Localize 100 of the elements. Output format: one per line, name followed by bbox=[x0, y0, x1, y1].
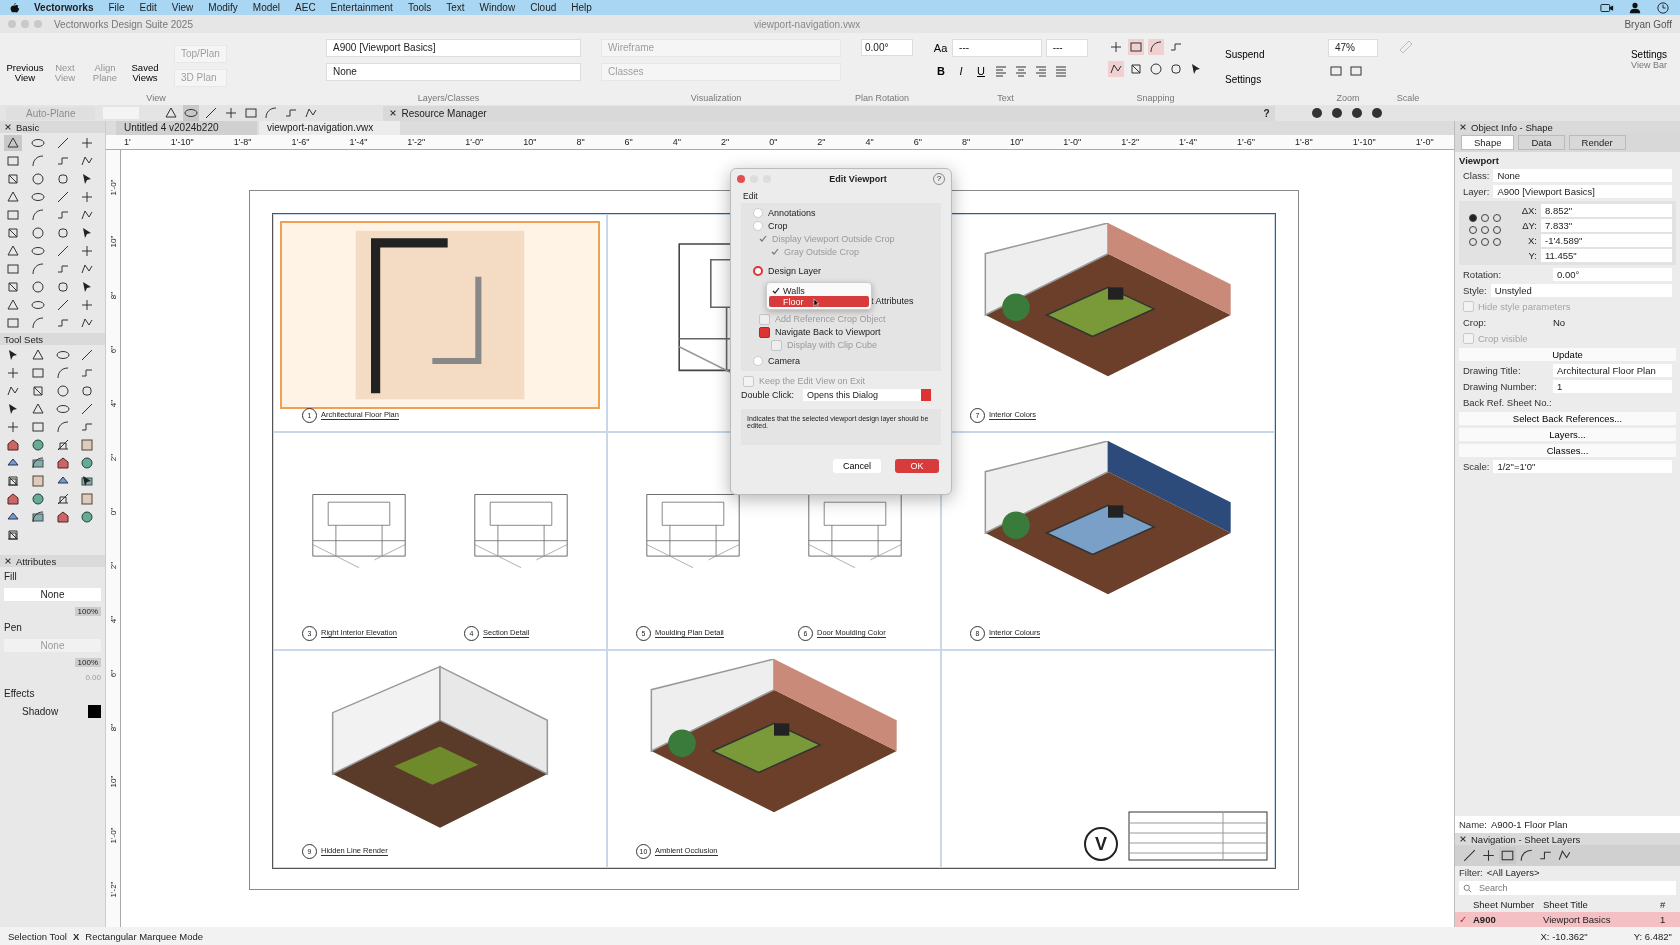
palette-tab[interactable]: Data bbox=[1518, 135, 1565, 150]
navigation-icon[interactable] bbox=[1499, 847, 1516, 864]
column-header[interactable]: Sheet Title bbox=[1543, 899, 1660, 910]
close-icon[interactable] bbox=[4, 123, 12, 131]
toolbar-button[interactable]: Previous View bbox=[6, 45, 44, 83]
menu-item[interactable]: Tools bbox=[407, 2, 432, 13]
align-icon[interactable] bbox=[1053, 63, 1069, 79]
input-field[interactable]: 7.833" bbox=[1541, 219, 1672, 232]
pen-opacity[interactable]: 100% bbox=[74, 658, 101, 667]
anchor-point[interactable] bbox=[1469, 214, 1477, 222]
style-button[interactable]: B bbox=[933, 65, 949, 77]
layer-dropdown[interactable]: A900 [Viewport Basics] bbox=[326, 39, 581, 57]
help-button[interactable]: ? bbox=[1263, 107, 1270, 119]
align-icon[interactable] bbox=[1033, 63, 1049, 79]
window-controls[interactable] bbox=[737, 175, 771, 183]
toolbar-button[interactable]: Settings bbox=[1223, 60, 1264, 85]
fill-dropdown[interactable]: None bbox=[4, 588, 101, 601]
navigation-icon[interactable] bbox=[1518, 847, 1535, 864]
toolbar-button[interactable]: Suspend bbox=[1223, 35, 1267, 60]
close-icon[interactable] bbox=[4, 557, 12, 565]
input-field[interactable]: 0.00° bbox=[1553, 268, 1672, 281]
resource-manager-tab[interactable]: Resource Manager bbox=[401, 107, 487, 119]
table-row[interactable]: ✓ A900 Viewport Basics 1 bbox=[1455, 912, 1680, 927]
menu-item[interactable]: Window bbox=[479, 2, 516, 13]
panel-button[interactable]: Select Back References... bbox=[1459, 412, 1676, 425]
settings-button[interactable]: Settings bbox=[1628, 35, 1670, 60]
menu-item[interactable]: AEC bbox=[295, 2, 316, 13]
input-field[interactable]: Architectural Floor Plan bbox=[1553, 364, 1672, 377]
menu-item[interactable]: Vectorworks bbox=[34, 2, 94, 13]
person-icon[interactable] bbox=[1628, 1, 1642, 14]
zoom-fit-icon[interactable] bbox=[1348, 63, 1364, 79]
name-field[interactable]: A900-1 Floor Plan bbox=[1491, 819, 1676, 830]
dropdown[interactable]: Unstyled bbox=[1490, 284, 1672, 297]
input-field[interactable]: 8.852" bbox=[1541, 204, 1672, 217]
radio-button[interactable] bbox=[753, 208, 763, 218]
ok-button[interactable]: OK bbox=[895, 459, 939, 473]
menu-item[interactable]: Help bbox=[571, 2, 592, 13]
menu-item[interactable]: Floor bbox=[769, 296, 869, 307]
fill-opacity[interactable]: 100% bbox=[74, 607, 101, 616]
close-icon[interactable] bbox=[1459, 123, 1467, 131]
close-icon[interactable] bbox=[1459, 835, 1467, 843]
filter-dropdown[interactable]: <All Layers> bbox=[1486, 867, 1676, 878]
close-icon[interactable] bbox=[389, 109, 398, 117]
menu-item[interactable]: View bbox=[171, 2, 194, 13]
mode-icon[interactable] bbox=[163, 105, 180, 121]
palette-tab[interactable]: Shape bbox=[1461, 135, 1515, 150]
cancel-button[interactable]: Cancel bbox=[833, 459, 881, 473]
column-header[interactable]: Sheet Number bbox=[1473, 899, 1543, 910]
menu-item[interactable]: File bbox=[108, 2, 125, 13]
tool-icon[interactable] bbox=[4, 437, 22, 453]
user-name[interactable]: Bryan Goff bbox=[1624, 18, 1672, 30]
menu-item[interactable]: Edit bbox=[139, 2, 157, 13]
rotation-field[interactable]: 0.00° bbox=[861, 39, 913, 56]
menu-item[interactable]: Walls bbox=[769, 285, 869, 296]
radio-button[interactable] bbox=[753, 221, 763, 231]
panel-button[interactable]: Classes... bbox=[1459, 444, 1676, 457]
panel-button[interactable]: Layers... bbox=[1459, 428, 1676, 441]
zoom-fit-icon[interactable] bbox=[1328, 63, 1344, 79]
toolbar-button[interactable]: Saved Views bbox=[126, 45, 164, 83]
dropdown[interactable]: None bbox=[1493, 169, 1672, 182]
dropdown[interactable]: 1/2"=1'0" bbox=[1493, 460, 1672, 473]
menu-item[interactable]: Cloud bbox=[530, 2, 557, 13]
menu-item[interactable]: Entertainment bbox=[330, 2, 393, 13]
input-field[interactable]: 11.455" bbox=[1541, 249, 1672, 262]
shadow-color[interactable] bbox=[88, 705, 101, 718]
document-tab[interactable]: viewport-navigation.vwx bbox=[259, 121, 400, 135]
tool-icon[interactable] bbox=[4, 491, 22, 507]
navigation-icon[interactable] bbox=[1480, 847, 1497, 864]
tool-icon[interactable] bbox=[4, 243, 22, 259]
snap-icon[interactable] bbox=[1128, 61, 1144, 77]
apple-icon[interactable] bbox=[10, 1, 20, 14]
tool-icon[interactable] bbox=[4, 135, 22, 151]
input-field[interactable]: 1 bbox=[1553, 380, 1672, 393]
radio-button[interactable] bbox=[753, 266, 763, 276]
radio-button[interactable] bbox=[753, 356, 763, 366]
input-field[interactable]: -1'4.589" bbox=[1541, 234, 1672, 247]
menu-item[interactable]: Modify bbox=[208, 2, 238, 13]
clock-icon[interactable] bbox=[1656, 1, 1670, 14]
mode-icon[interactable] bbox=[183, 105, 200, 121]
style-button[interactable]: U bbox=[973, 65, 989, 77]
class-dropdown[interactable]: None bbox=[326, 63, 581, 81]
zoom-dropdown[interactable]: 47% bbox=[1328, 39, 1378, 57]
column-header[interactable]: # bbox=[1660, 899, 1676, 910]
snap-icon[interactable] bbox=[1108, 61, 1124, 77]
tool-icon[interactable] bbox=[4, 189, 22, 205]
menu-item[interactable]: Model bbox=[252, 2, 281, 13]
palette-tab[interactable]: Render bbox=[1568, 135, 1626, 150]
double-click-dropdown[interactable]: Opens this Dialog bbox=[803, 389, 932, 401]
panel-button[interactable]: Update bbox=[1459, 348, 1676, 361]
align-icon[interactable] bbox=[1013, 63, 1029, 79]
menu-item[interactable]: Text bbox=[446, 2, 465, 13]
checkbox[interactable] bbox=[759, 326, 770, 338]
align-icon[interactable] bbox=[993, 63, 1009, 79]
size-dropdown[interactable]: --- bbox=[1045, 39, 1088, 57]
dropdown[interactable]: A900 [Viewport Basics] bbox=[1493, 185, 1672, 198]
style-button[interactable]: I bbox=[953, 65, 969, 77]
snap-icon[interactable] bbox=[1168, 61, 1184, 77]
navigation-icon[interactable] bbox=[1461, 847, 1478, 864]
font-dropdown[interactable]: --- bbox=[952, 39, 1042, 57]
document-tab[interactable]: Untitled 4 v2024b220 bbox=[116, 121, 257, 135]
